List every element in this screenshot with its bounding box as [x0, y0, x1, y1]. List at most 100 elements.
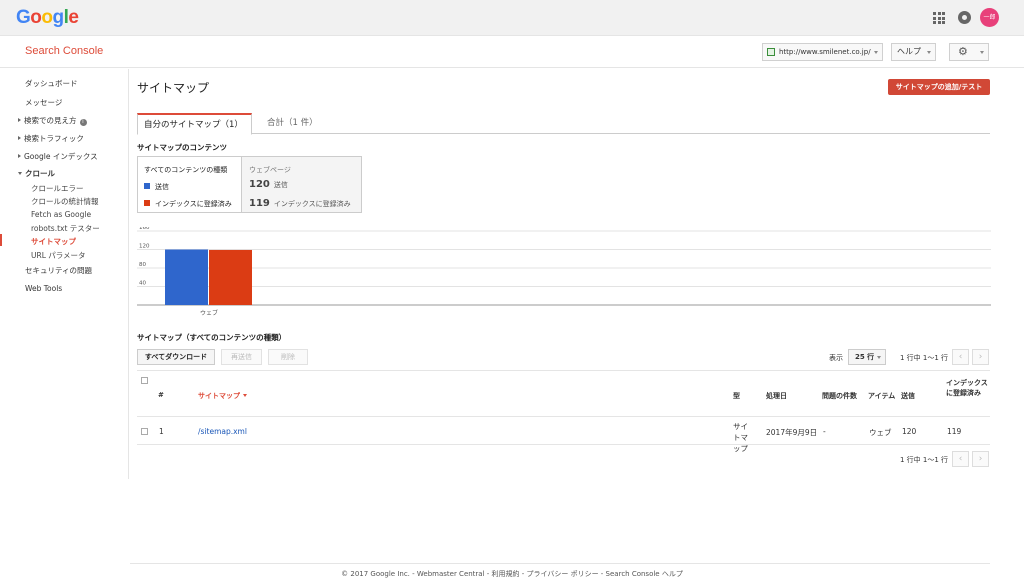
- legend-label: インデックスに登録済み: [155, 200, 232, 208]
- sidebar: ダッシュボード メッセージ 検索での見え方 i 検索トラフィック Google イ…: [0, 69, 129, 479]
- sidebar-item-label: 検索トラフィック: [24, 134, 84, 143]
- sidebar-item-messages[interactable]: メッセージ: [25, 97, 62, 108]
- sidebar-item-search-traffic[interactable]: 検索トラフィック: [18, 133, 84, 144]
- google-logo[interactable]: Google: [16, 7, 79, 29]
- add-test-sitemap-button[interactable]: サイトマップの追加/テスト: [888, 79, 990, 95]
- webpage-stats[interactable]: ウェブページ 120 送信 119 インデックスに登録済み: [242, 156, 362, 213]
- stat-indexed: 119 インデックスに登録済み: [249, 198, 351, 209]
- select-all-checkbox[interactable]: [141, 377, 148, 384]
- sidebar-item-label: 検索での見え方: [24, 116, 77, 125]
- rows-label: 表示: [829, 354, 843, 362]
- chart-bar-indexed: [209, 249, 252, 305]
- chevron-down-icon: [927, 51, 931, 54]
- row-number: 1: [159, 427, 164, 436]
- sidebar-item-fetch-as-google[interactable]: Fetch as Google: [31, 210, 91, 219]
- tab-all-sitemaps[interactable]: 合計（1 件）: [261, 113, 324, 134]
- blue-square-icon: [144, 183, 150, 189]
- product-title[interactable]: Search Console: [25, 45, 103, 57]
- chart-bar-sent: [165, 249, 208, 305]
- sidebar-item-security[interactable]: セキュリティの問題: [25, 265, 92, 276]
- chart-y-tick-label: 120: [139, 244, 150, 250]
- info-icon[interactable]: i: [79, 119, 87, 126]
- column-header-type[interactable]: 型: [733, 391, 740, 401]
- row-sitemap-link[interactable]: /sitemap.xml: [198, 427, 247, 436]
- table-bottom-border: [137, 444, 990, 445]
- sidebar-item-label: クロール: [25, 169, 55, 178]
- legend-label: 送信: [155, 183, 169, 191]
- sitemap-bar-chart: 40 80 120 160 ウェブ: [137, 227, 991, 317]
- triangle-right-icon: [18, 154, 21, 158]
- sidebar-item-robots-tester[interactable]: robots.txt テスター: [31, 223, 100, 234]
- sidebar-item-dashboard[interactable]: ダッシュボード: [25, 78, 78, 89]
- red-square-icon: [144, 200, 150, 206]
- avatar[interactable]: 一郎: [980, 8, 999, 27]
- site-selector[interactable]: http://www.smilenet.co.jp/: [762, 43, 883, 61]
- table-section-title: サイトマップ（すべてのコンテンツの種類）: [137, 333, 287, 342]
- triangle-right-icon: [18, 118, 21, 122]
- resubmit-button[interactable]: 再送信: [221, 349, 262, 365]
- row-issues: -: [823, 427, 826, 436]
- notifications-icon[interactable]: [958, 11, 971, 24]
- column-header-number: #: [158, 391, 164, 399]
- prev-page-button[interactable]: ‹: [952, 349, 969, 365]
- rows-per-page-select[interactable]: 25 行: [848, 349, 886, 365]
- sidebar-item-crawl-errors[interactable]: クロールエラー: [31, 183, 84, 194]
- next-page-button-bottom[interactable]: ›: [972, 451, 989, 467]
- stat-sent-value: 120: [249, 179, 270, 190]
- column-header-processed[interactable]: 処理日: [766, 391, 787, 401]
- gear-icon: ⚙: [958, 45, 968, 58]
- rows-per-page-value: 25 行: [855, 353, 875, 361]
- footer: © 2017 Google Inc. - Webmaster Central -…: [341, 570, 683, 578]
- apps-grid-icon[interactable]: [933, 12, 945, 24]
- legend-indexed[interactable]: インデックスに登録済み: [144, 199, 232, 209]
- settings-button[interactable]: ⚙: [949, 43, 989, 61]
- row-items: ウェブ: [869, 428, 892, 437]
- content-type-legend[interactable]: すべてのコンテンツの種類 送信 インデックスに登録済み: [137, 156, 242, 213]
- google-top-bar: Google 一郎: [0, 0, 1024, 36]
- prev-page-button-bottom[interactable]: ‹: [952, 451, 969, 467]
- chart-y-tick-label: 160: [139, 227, 150, 231]
- tab-my-sitemaps[interactable]: 自分のサイトマップ（1）: [137, 113, 252, 135]
- row-checkbox[interactable]: [141, 428, 148, 435]
- active-indicator: [0, 234, 2, 246]
- sidebar-item-sitemaps[interactable]: サイトマップ: [31, 236, 76, 247]
- sidebar-item-url-parameters[interactable]: URL パラメータ: [31, 250, 86, 261]
- column-header-sitemap[interactable]: サイトマップ: [198, 391, 247, 401]
- sidebar-item-search-appearance[interactable]: 検索での見え方 i: [18, 115, 87, 126]
- stats-header: ウェブページ: [249, 166, 291, 174]
- column-header-issues[interactable]: 問題の件数: [822, 391, 857, 401]
- sidebar-item-crawl-stats[interactable]: クロールの統計情報: [31, 196, 99, 207]
- row-sent: 120: [902, 427, 917, 436]
- column-header-sitemap-label: サイトマップ: [198, 392, 240, 400]
- triangle-right-icon: [18, 136, 21, 140]
- sidebar-item-google-index[interactable]: Google インデックス: [18, 151, 98, 162]
- download-all-button[interactable]: すべてダウンロード: [137, 349, 215, 365]
- pagination-info: 1 行中 1～1 行: [900, 354, 949, 362]
- page-title: サイトマップ: [137, 81, 210, 95]
- row-indexed: 119: [947, 427, 962, 436]
- row-processed-date: 2017年9月9日: [766, 428, 818, 437]
- stat-sent-label: 送信: [273, 181, 288, 189]
- site-favicon-icon: [767, 48, 775, 56]
- help-button[interactable]: ヘルプ: [891, 43, 936, 61]
- sidebar-item-label: Google インデックス: [24, 152, 98, 161]
- chart-y-tick-label: 80: [139, 262, 146, 268]
- help-label: ヘルプ: [897, 47, 921, 56]
- delete-button[interactable]: 削除: [268, 349, 308, 365]
- footer-divider: [130, 563, 990, 564]
- next-page-button[interactable]: ›: [972, 349, 989, 365]
- chevron-down-icon: [980, 51, 984, 54]
- tab-bar: 自分のサイトマップ（1） 合計（1 件）: [137, 113, 990, 135]
- column-header-indexed[interactable]: インデックスに登録済み: [946, 378, 992, 398]
- contents-section-title: サイトマップのコンテンツ: [137, 143, 227, 152]
- table-top-border: [137, 370, 990, 371]
- sidebar-item-crawl[interactable]: クロール: [18, 168, 55, 179]
- sidebar-item-web-tools[interactable]: Web Tools: [25, 284, 62, 293]
- column-header-sent[interactable]: 送信: [901, 391, 915, 401]
- chart-y-tick-label: 40: [139, 281, 146, 287]
- stat-sent: 120 送信: [249, 179, 288, 190]
- column-header-items[interactable]: アイテム: [868, 391, 895, 401]
- legend-sent[interactable]: 送信: [144, 182, 169, 192]
- chart-x-tick-label: ウェブ: [200, 309, 218, 317]
- sort-arrow-icon: [243, 394, 247, 397]
